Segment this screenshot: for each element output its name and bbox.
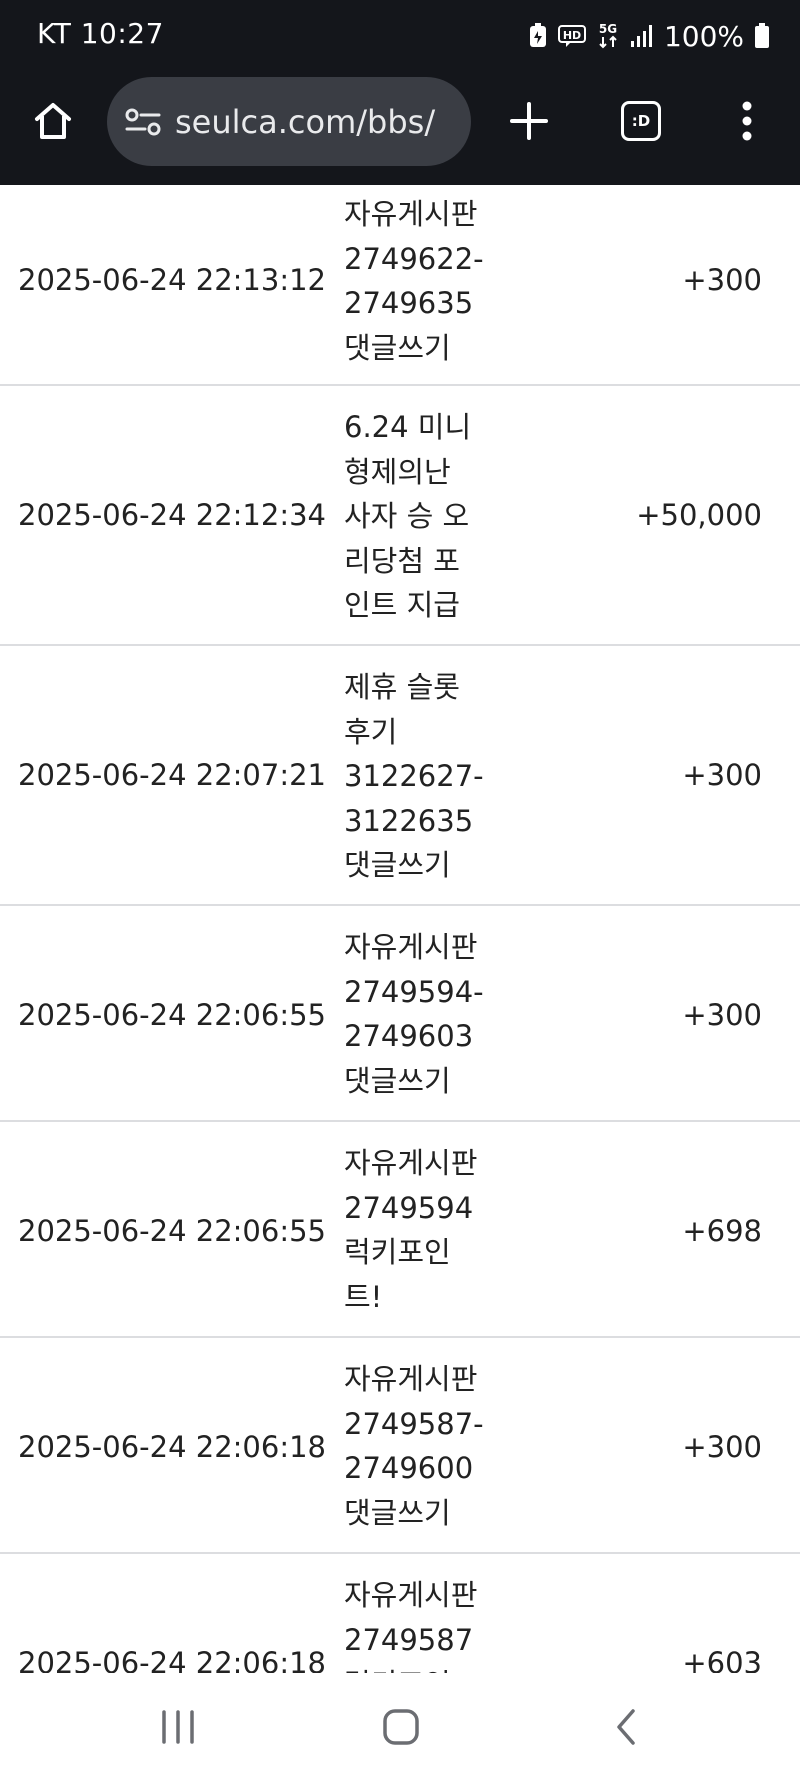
row-description: 자유게시판 2749587- 2749600 댓글쓰기 [344, 1362, 484, 1530]
table-row: 2025-06-24 22:06:18 자유게시판 2749587- 27496… [0, 1338, 800, 1554]
browser-chrome: KT 10:27 HD 5G 100% seulca.com/bbs/:D [0, 0, 800, 185]
row-points: +698 [682, 1214, 762, 1248]
table-row: 2025-06-24 22:07:21 제휴 슬롯 후기 3122627- 31… [0, 646, 800, 906]
tabs-icon[interactable]: :D [610, 90, 672, 152]
table-row: 2025-06-24 22:06:55 자유게시판 2749594 럭키포인 트… [0, 1122, 800, 1338]
tab-switcher-label: :D [621, 101, 661, 141]
row-date: 2025-06-24 22:12:34 [18, 498, 326, 532]
signal-icon [630, 24, 654, 48]
svg-text:5G: 5G [599, 22, 617, 36]
row-description: 제휴 슬롯 후기 3122627- 3122635 댓글쓰기 [344, 670, 484, 882]
battery-saver-icon [528, 23, 548, 49]
row-date: 2025-06-24 22:06:18 [18, 1646, 326, 1673]
home-icon[interactable] [22, 90, 84, 152]
url-text[interactable]: seulca.com/bbs/ [175, 103, 435, 141]
browser-toolbar: seulca.com/bbs/ :D [0, 72, 800, 185]
system-nav-bar [0, 1673, 800, 1778]
table-row: 2025-06-24 22:06:55 자유게시판 2749594- 27496… [0, 906, 800, 1122]
row-date: 2025-06-24 22:07:21 [18, 758, 326, 792]
row-points: +603 [682, 1646, 762, 1673]
table-row: 2025-06-24 22:13:12 자유게시판 2749622- 27496… [0, 185, 800, 386]
point-history-list[interactable]: 2025-06-24 22:13:12 자유게시판 2749622- 27496… [0, 185, 800, 1673]
battery-percent: 100% [663, 19, 744, 53]
table-row: 2025-06-24 22:12:34 6.24 미니 형제의난 사자 승 오 … [0, 386, 800, 646]
row-date: 2025-06-24 22:06:55 [18, 998, 326, 1032]
menu-icon[interactable] [716, 90, 778, 152]
row-date: 2025-06-24 22:13:12 [18, 263, 326, 297]
row-description: 자유게시판 2749594 럭키포인 트! [344, 1146, 478, 1314]
status-icons: HD 5G 100% [528, 16, 770, 56]
address-bar[interactable]: seulca.com/bbs/ [107, 77, 471, 166]
home-button-icon[interactable] [369, 1695, 433, 1759]
new-tab-icon[interactable] [498, 90, 560, 152]
5g-icon: 5G [596, 21, 620, 51]
row-description: 자유게시판 2749594- 2749603 댓글쓰기 [344, 930, 484, 1098]
back-icon[interactable] [594, 1695, 658, 1759]
status-bar: KT 10:27 HD 5G 100% [0, 0, 800, 72]
svg-text:HD: HD [563, 29, 581, 42]
table-row: 2025-06-24 22:06:18 자유게시판 2749587 럭키포인 트… [0, 1554, 800, 1673]
row-points: +300 [682, 998, 762, 1032]
battery-icon [754, 23, 770, 49]
row-points: +300 [682, 263, 762, 297]
recent-apps-icon[interactable] [146, 1695, 210, 1759]
hd-voice-icon: HD [557, 24, 586, 48]
row-description: 6.24 미니 형제의난 사자 승 오 리당첨 포 인트 지급 [344, 410, 472, 622]
row-points: +300 [682, 758, 762, 792]
row-description: 자유게시판 2749622- 2749635 댓글쓰기 [344, 197, 484, 365]
row-date: 2025-06-24 22:06:18 [18, 1430, 326, 1464]
row-date: 2025-06-24 22:06:55 [18, 1214, 326, 1248]
row-points: +50,000 [636, 498, 762, 532]
site-settings-icon[interactable] [123, 102, 163, 142]
row-description: 자유게시판 2749587 럭키포인 트! [344, 1578, 478, 1673]
row-points: +300 [682, 1430, 762, 1464]
carrier-time: KT 10:27 [37, 17, 164, 50]
